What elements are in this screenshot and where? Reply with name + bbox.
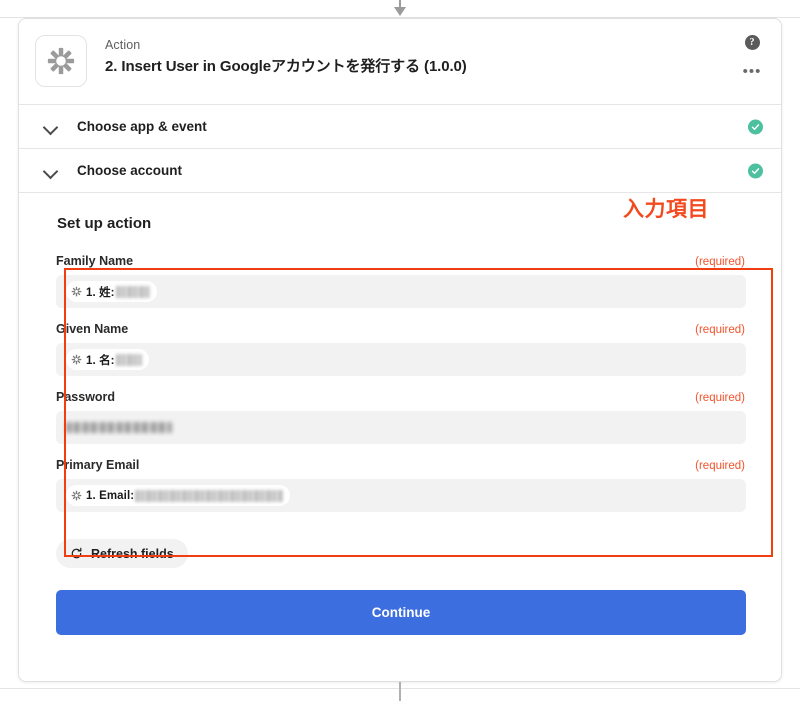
zapier-asterisk-icon xyxy=(71,490,82,501)
page-title: 2. Insert User in Googleアカウントを発行する (1.0.… xyxy=(105,58,467,75)
primary-email-input[interactable]: 1. Email: xyxy=(56,479,746,512)
help-circle-icon[interactable]: ? xyxy=(744,35,760,50)
refresh-fields-button[interactable]: Refresh fields xyxy=(56,539,188,568)
zapier-asterisk-icon xyxy=(71,354,82,365)
redacted-value xyxy=(135,489,284,502)
redacted-value xyxy=(66,422,172,433)
field-head: Family Name (required) xyxy=(56,254,746,268)
continue-button[interactable]: Continue xyxy=(56,590,746,635)
step-connector-bottom xyxy=(399,682,401,701)
redacted-value xyxy=(115,353,142,366)
zapier-asterisk-icon xyxy=(35,35,87,87)
step-kicker: Action xyxy=(105,38,141,52)
field-head: Password (required) xyxy=(56,390,746,404)
required-marker: (required) xyxy=(695,256,745,268)
token-chip-label: 1. 名: xyxy=(86,354,115,367)
ellipsis-icon[interactable]: ••• xyxy=(743,64,762,79)
required-marker: (required) xyxy=(695,324,745,336)
header-actions: ? ••• xyxy=(739,35,765,79)
refresh-fields-label: Refresh fields xyxy=(91,546,174,561)
action-step-card: Action 2. Insert User in Googleアカウントを発行す… xyxy=(18,18,782,682)
chevron-down-icon xyxy=(43,119,59,135)
field-password: Password (required) xyxy=(56,390,746,444)
status-badge xyxy=(748,119,763,134)
form-fields: Family Name (required) 1. 姓: Given Name … xyxy=(56,254,746,512)
status-badge xyxy=(748,163,763,178)
arrow-down-icon xyxy=(394,7,406,16)
field-label: Family Name xyxy=(56,254,134,268)
zapier-asterisk-icon xyxy=(71,286,82,297)
step-connector-top xyxy=(0,0,800,18)
token-chip-label: 1. 姓: xyxy=(86,286,115,299)
field-head: Given Name (required) xyxy=(56,322,746,336)
required-marker: (required) xyxy=(695,460,745,472)
step-header[interactable]: Action 2. Insert User in Googleアカウントを発行す… xyxy=(19,19,781,105)
field-head: Primary Email (required) xyxy=(56,458,746,472)
field-given-name: Given Name (required) 1. 名: xyxy=(56,322,746,376)
field-family-name: Family Name (required) 1. 姓: xyxy=(56,254,746,308)
field-label: Given Name xyxy=(56,322,129,336)
annotation-input-fields: 入力項目 xyxy=(623,197,709,222)
refresh-icon xyxy=(70,547,83,560)
section-label-choose-account: Choose account xyxy=(77,163,183,178)
redacted-value xyxy=(115,285,150,298)
field-label: Password xyxy=(56,390,116,404)
field-primary-email: Primary Email (required) 1. Email: xyxy=(56,458,746,512)
token-chip[interactable]: 1. 名: xyxy=(66,349,149,370)
sidebar-item-choose-account[interactable]: Choose account xyxy=(19,149,781,193)
family-name-input[interactable]: 1. 姓: xyxy=(56,275,746,308)
token-chip-label: 1. Email: xyxy=(86,489,135,502)
section-label-choose-app-event: Choose app & event xyxy=(77,119,207,134)
required-marker: (required) xyxy=(695,392,745,404)
token-chip[interactable]: 1. 姓: xyxy=(66,281,157,302)
step-header-text: Action 2. Insert User in Googleアカウントを発行す… xyxy=(105,33,467,77)
field-label: Primary Email xyxy=(56,458,140,472)
chevron-down-icon xyxy=(43,163,59,179)
zap-editor-page: Action 2. Insert User in Googleアカウントを発行す… xyxy=(0,0,800,701)
password-input[interactable] xyxy=(56,411,746,444)
sidebar-item-choose-app-event[interactable]: Choose app & event xyxy=(19,105,781,149)
token-chip[interactable]: 1. Email: xyxy=(66,485,291,506)
given-name-input[interactable]: 1. 名: xyxy=(56,343,746,376)
set-up-action-panel: 入力項目 Set up action Family Name (required… xyxy=(19,193,781,635)
